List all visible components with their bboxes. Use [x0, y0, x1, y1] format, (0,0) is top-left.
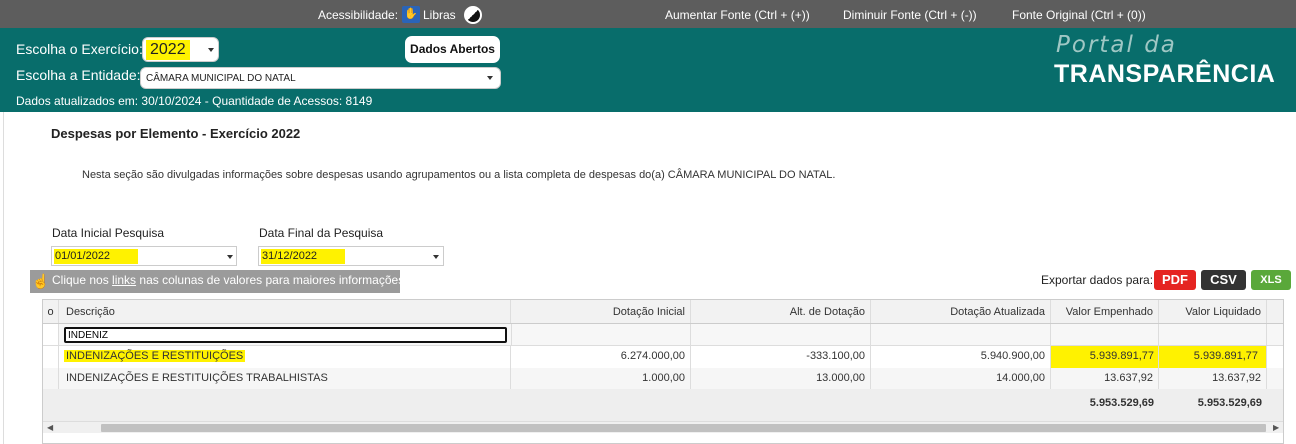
column-header-budget-change[interactable]: Alt. de Dotação: [691, 300, 871, 323]
column-header-initial-budget[interactable]: Dotação Inicial: [511, 300, 691, 323]
horizontal-scrollbar[interactable]: ◀ ▶: [43, 421, 1283, 434]
row-budget-change[interactable]: 13.000,00: [691, 368, 871, 390]
scrollbar-thumb[interactable]: [101, 424, 1266, 432]
row-description-text: INDENIZAÇÕES E RESTITUIÇÕES: [64, 350, 246, 362]
decrease-font-link[interactable]: Diminuir Fonte (Ctrl + (-)): [843, 8, 977, 22]
row-description: INDENIZAÇÕES E RESTITUIÇÕES TRABALHISTAS: [59, 368, 511, 390]
hint-box: ☝ Clique nos links nas colunas de valore…: [30, 270, 408, 293]
year-label: Escolha o Exercício:: [16, 41, 143, 57]
column-header-updated-budget[interactable]: Dotação Atualizada: [871, 300, 1051, 323]
hint-link: links: [112, 273, 137, 287]
description-filter-input[interactable]: [64, 327, 507, 343]
export-xls-button[interactable]: XLS: [1251, 270, 1291, 290]
hint-prefix: Clique nos: [52, 273, 113, 287]
row-committed[interactable]: 13.637,92: [1051, 368, 1159, 390]
column-header-liquidated[interactable]: Valor Liquidado: [1159, 300, 1267, 323]
row-updated-budget[interactable]: 5.940.900,00: [871, 346, 1051, 368]
entity-select[interactable]: CÂMARA MUNICIPAL DO NATAL: [140, 67, 501, 89]
content-divider: [3, 112, 4, 444]
grid-filter-row: [43, 324, 1283, 346]
chevron-down-icon: [208, 48, 214, 52]
open-data-button[interactable]: Dados Abertos: [405, 36, 500, 63]
row-updated-budget[interactable]: 14.000,00: [871, 368, 1051, 390]
row-initial-budget[interactable]: 6.274.000,00: [511, 346, 691, 368]
page-title: Despesas por Elemento - Exercício 2022: [51, 126, 301, 141]
row-budget-change[interactable]: -333.100,00: [691, 346, 871, 368]
filter-cell-o: [43, 324, 59, 345]
table-row[interactable]: INDENIZAÇÕES E RESTITUIÇÕES 6.274.000,00…: [43, 346, 1283, 368]
row-initial-budget[interactable]: 1.000,00: [511, 368, 691, 390]
filter-cell: [871, 324, 1051, 345]
row-committed[interactable]: 5.939.891,77: [1051, 346, 1159, 368]
site-header: Escolha o Exercício: 2022 Escolha a Enti…: [0, 28, 1296, 112]
original-font-link[interactable]: Fonte Original (Ctrl + (0)): [1012, 8, 1146, 22]
libras-link[interactable]: Libras: [423, 8, 456, 22]
accessibility-label: Acessibilidade:: [318, 8, 399, 22]
filter-cell: [1159, 324, 1267, 345]
row-cell-o: [43, 346, 59, 368]
logo-line-2: TRANSPARÊNCIA: [1054, 60, 1276, 88]
end-date-value: 31/12/2022: [261, 249, 346, 264]
hint-suffix: nas colunas de valores para maiores info…: [136, 273, 408, 287]
expenses-grid: o Descrição Dotação Inicial Alt. de Dota…: [42, 299, 1284, 444]
updated-info: Dados atualizados em: 30/10/2024 - Quant…: [16, 94, 373, 108]
row-description: INDENIZAÇÕES E RESTITUIÇÕES: [59, 346, 511, 368]
column-header-committed[interactable]: Valor Empenhado: [1051, 300, 1159, 323]
column-header-o[interactable]: o: [43, 300, 59, 323]
filter-cell: [1051, 324, 1159, 345]
start-date-value: 01/01/2022: [54, 249, 139, 264]
table-row[interactable]: INDENIZAÇÕES E RESTITUIÇÕES TRABALHISTAS…: [43, 368, 1283, 390]
row-liquidated[interactable]: 13.637,92: [1159, 368, 1267, 390]
hint-text: Clique nos links nas colunas de valores …: [52, 273, 408, 287]
scroll-right-icon[interactable]: ▶: [1273, 422, 1279, 434]
export-pdf-button[interactable]: PDF: [1154, 270, 1196, 290]
end-date-select[interactable]: 31/12/2022: [258, 246, 444, 266]
row-cell-o: [43, 368, 59, 390]
end-date-label: Data Final da Pesquisa: [259, 226, 384, 240]
filter-cell: [691, 324, 871, 345]
logo-line-1: Portal da: [1056, 32, 1177, 58]
accessibility-bar: Acessibilidade: ✋ Libras Aumentar Fonte …: [0, 0, 1296, 28]
year-select[interactable]: 2022: [142, 37, 219, 62]
export-csv-button[interactable]: CSV: [1201, 270, 1246, 290]
increase-font-link[interactable]: Aumentar Fonte (Ctrl + (+)): [665, 8, 810, 22]
row-liquidated[interactable]: 5.939.891,77: [1159, 346, 1267, 368]
column-header-description[interactable]: Descrição: [59, 300, 511, 323]
page-description: Nesta seção são divulgadas informações s…: [82, 169, 836, 181]
grid-summary-row: 5.953.529,69 5.953.529,69: [43, 389, 1283, 421]
scroll-left-icon[interactable]: ◀: [47, 422, 53, 434]
total-committed: 5.953.529,69: [1089, 397, 1154, 409]
entity-value: CÂMARA MUNICIPAL DO NATAL: [146, 73, 296, 84]
export-label: Exportar dados para:: [1041, 273, 1154, 287]
total-liquidated: 5.953.529,69: [1197, 397, 1262, 409]
start-date-select[interactable]: 01/01/2022: [51, 246, 237, 266]
contrast-icon[interactable]: [464, 6, 482, 24]
chevron-down-icon: [487, 76, 493, 80]
chevron-down-icon: [433, 255, 439, 259]
chevron-down-icon: [227, 255, 233, 259]
entity-label: Escolha a Entidade:: [16, 67, 141, 83]
libras-icon[interactable]: ✋: [402, 6, 420, 23]
filter-cell: [511, 324, 691, 345]
hand-pointer-icon: ☝: [32, 273, 50, 289]
start-date-label: Data Inicial Pesquisa: [52, 226, 165, 240]
grid-header-row: o Descrição Dotação Inicial Alt. de Dota…: [43, 300, 1283, 324]
year-value: 2022: [146, 40, 190, 60]
